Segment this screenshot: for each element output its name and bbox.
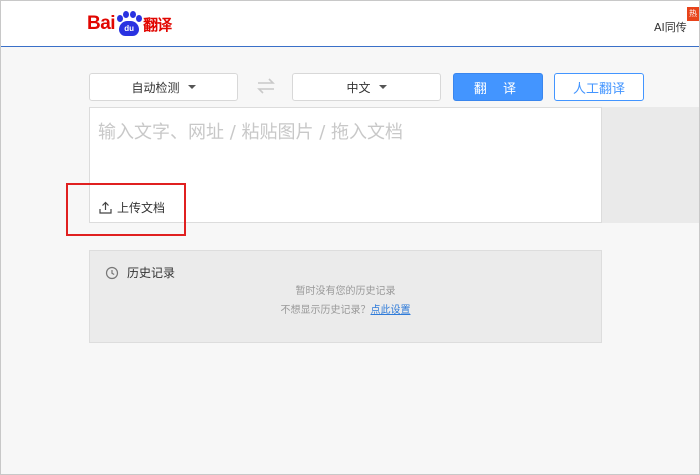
history-empty-message: 暂时没有您的历史记录 bbox=[295, 286, 396, 297]
history-hint: 不想显示历史记录？点此设置 bbox=[90, 301, 601, 316]
source-language-label: 自动检测 bbox=[131, 80, 180, 95]
history-header: 历史记录 bbox=[105, 264, 175, 281]
baidu-paw-icon: du bbox=[116, 11, 143, 37]
chevron-down-icon bbox=[187, 85, 196, 89]
result-panel bbox=[602, 107, 699, 223]
highlight-annotation-box bbox=[66, 183, 186, 236]
target-language-select[interactable]: 中文 bbox=[292, 73, 441, 101]
history-hint-text: 不想显示历史记录？ bbox=[280, 305, 371, 316]
history-panel: 历史记录 暂时没有您的历史记录 不想显示历史记录？点此设置 bbox=[89, 250, 602, 343]
top-bar: Bai du 翻译 AI同传 热 bbox=[1, 1, 699, 47]
logo-du-text: du bbox=[119, 21, 140, 36]
target-language-label: 中文 bbox=[346, 80, 371, 95]
ai-simultaneous-link[interactable]: AI同传 bbox=[654, 19, 687, 35]
swap-languages-icon[interactable] bbox=[255, 77, 277, 95]
hot-badge: 热 bbox=[687, 7, 699, 21]
human-translate-button[interactable]: 人工翻译 bbox=[554, 73, 644, 101]
translate-button[interactable]: 翻 译 bbox=[453, 73, 543, 101]
source-language-select[interactable]: 自动检测 bbox=[89, 73, 238, 101]
history-settings-link[interactable]: 点此设置 bbox=[371, 305, 411, 316]
logo-bai-text: Bai bbox=[87, 13, 116, 34]
logo-fanyi-text: 翻译 bbox=[143, 15, 172, 34]
baidu-translate-logo[interactable]: Bai du 翻译 bbox=[87, 9, 172, 39]
history-clock-icon bbox=[105, 266, 119, 279]
chevron-down-icon bbox=[378, 85, 387, 89]
source-text-input[interactable] bbox=[90, 108, 601, 178]
history-title: 历史记录 bbox=[127, 266, 176, 280]
